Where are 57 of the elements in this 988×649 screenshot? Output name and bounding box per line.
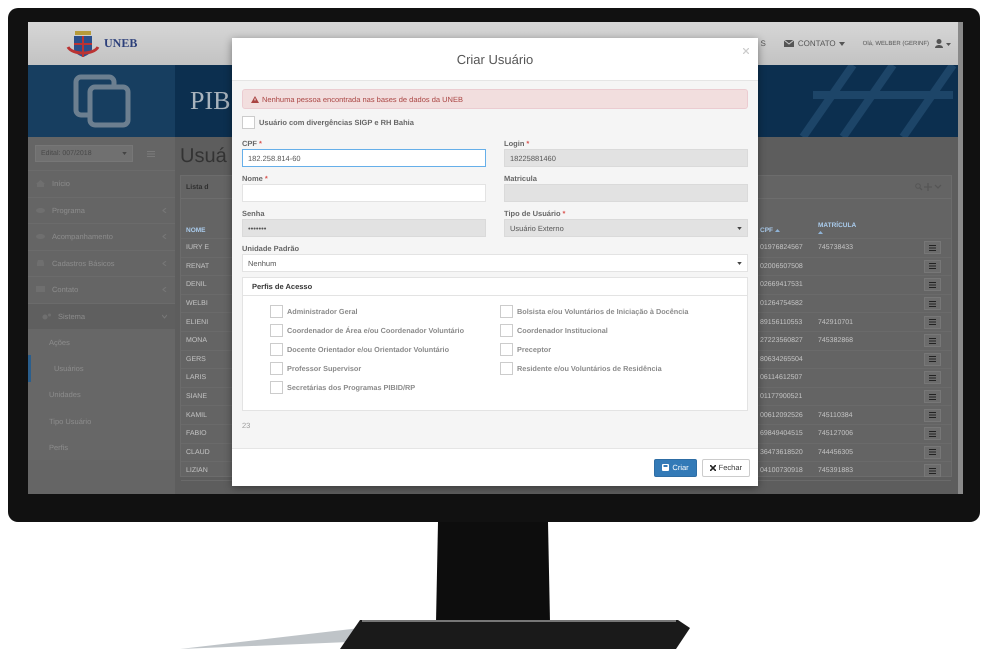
row-menu-button[interactable] [924, 446, 941, 459]
menu-icon [929, 263, 936, 270]
nav-link[interactable]: S [760, 39, 766, 48]
logo-text: UNEB [104, 36, 138, 51]
checkbox[interactable] [500, 324, 513, 336]
menu-icon [929, 394, 936, 400]
menu-icon [929, 244, 936, 251]
row-menu-button[interactable] [924, 352, 941, 366]
row-menu-button[interactable] [924, 260, 941, 273]
menu-icon [929, 282, 936, 288]
row-menu-button[interactable] [924, 390, 941, 404]
checkbox[interactable] [500, 362, 513, 374]
caret-icon [737, 262, 742, 264]
close-icon [710, 464, 716, 470]
save-icon [662, 464, 670, 471]
row-menu-button[interactable] [924, 241, 941, 254]
menu-icon [929, 412, 936, 418]
sort-icon [818, 231, 823, 234]
menu-icon [929, 319, 936, 326]
menu-icon [929, 300, 936, 307]
checkbox[interactable] [242, 116, 255, 129]
caret-icon [122, 152, 127, 155]
checkbox[interactable] [500, 304, 513, 318]
caret-icon [737, 226, 742, 230]
menu-icon [929, 430, 936, 437]
checkbox[interactable] [270, 342, 283, 356]
checkbox[interactable] [270, 324, 283, 336]
menu-icon [929, 338, 936, 344]
user-icon[interactable] [935, 39, 951, 48]
row-menu-button[interactable] [924, 278, 941, 292]
crest-logo-icon [66, 28, 100, 58]
row-menu-button[interactable] [924, 371, 941, 384]
chevron-icon [162, 314, 167, 319]
menu-icon [929, 468, 936, 474]
input-field[interactable] [242, 184, 486, 202]
row-menu-button[interactable] [924, 334, 941, 348]
row-menu-button[interactable] [924, 408, 941, 422]
sort-icon [775, 229, 780, 232]
copy-icon [72, 74, 130, 128]
menu-icon [929, 374, 936, 381]
row-menu-button[interactable] [924, 316, 941, 329]
checkbox[interactable] [270, 362, 283, 374]
menu-icon [929, 449, 936, 456]
envelope-icon [784, 40, 794, 47]
banner-title: PIB [190, 86, 230, 116]
menu-icon [929, 356, 936, 362]
row-menu-button[interactable] [924, 297, 941, 310]
row-menu-button[interactable] [924, 464, 941, 478]
modal-title: Criar Usuário [456, 52, 534, 66]
row-menu-button[interactable] [924, 427, 941, 440]
checkbox[interactable] [500, 342, 513, 356]
caret-icon [838, 42, 845, 46]
checkbox[interactable] [270, 380, 283, 394]
checkbox[interactable] [270, 304, 283, 318]
warning-icon [251, 96, 259, 102]
nav-link[interactable]: CONTATO [784, 39, 845, 48]
close-icon[interactable] [743, 48, 749, 54]
